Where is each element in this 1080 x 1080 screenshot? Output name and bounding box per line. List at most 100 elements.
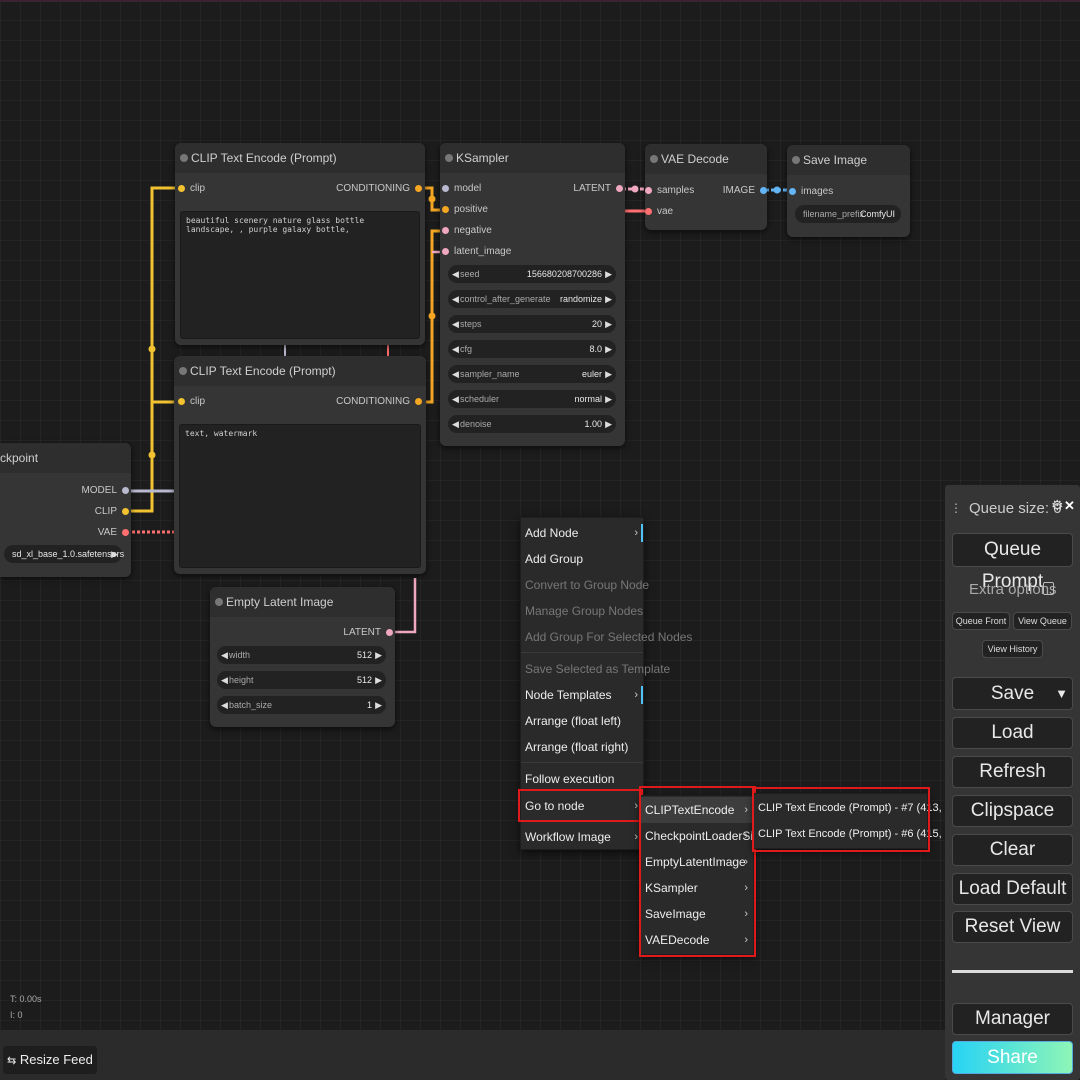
decrement-arrow-icon[interactable]: ◀: [452, 415, 459, 433]
steps-widget[interactable]: ◀ steps 20 ▶: [448, 315, 616, 333]
submenu-item-emptylatentimage[interactable]: EmptyLatentImage ›: [641, 849, 753, 875]
menu-item-arrange-float-right[interactable]: Arrange (float right): [521, 734, 643, 760]
increment-arrow-icon[interactable]: ▶: [605, 265, 612, 283]
increment-arrow-icon[interactable]: ▶: [375, 696, 382, 714]
collapse-dot-icon[interactable]: [650, 155, 658, 163]
increment-arrow-icon[interactable]: ▶: [375, 671, 382, 689]
model-input-slot[interactable]: model: [442, 183, 481, 195]
clipspace-button[interactable]: Clipspace: [952, 795, 1073, 827]
node-title[interactable]: Empty Latent Image: [210, 587, 395, 617]
resize-feed-button[interactable]: ⇆ Resize Feed: [3, 1046, 97, 1074]
prompt-textarea[interactable]: text, watermark: [179, 424, 421, 568]
decrement-arrow-icon[interactable]: ◀: [221, 646, 228, 664]
collapse-dot-icon[interactable]: [179, 367, 187, 375]
view-history-button[interactable]: View History: [982, 640, 1043, 658]
vae-input-slot[interactable]: vae: [645, 206, 673, 218]
manager-button[interactable]: Manager: [952, 1003, 1073, 1035]
queue-prompt-button[interactable]: Queue Prompt: [952, 533, 1073, 592]
settings-gear-icon[interactable]: ⚙: [1051, 497, 1064, 514]
save-dropdown-arrow-icon[interactable]: ▼: [1055, 678, 1068, 709]
images-input-slot[interactable]: images: [789, 186, 833, 198]
menu-item-go-to-node[interactable]: Go to node ›: [521, 793, 643, 819]
ksampler-node[interactable]: KSampler model positive negative latent_…: [440, 143, 625, 446]
ckpt-name-widget[interactable]: sd_xl_base_1.0.safetensors ▶: [4, 545, 124, 563]
save-button[interactable]: Save ▼: [952, 677, 1073, 710]
latent-image-input-slot[interactable]: latent_image: [442, 246, 511, 258]
extra-options-checkbox[interactable]: [1043, 582, 1054, 595]
decrement-arrow-icon[interactable]: ◀: [452, 265, 459, 283]
menu-item-node-templates[interactable]: Node Templates ›: [521, 682, 643, 708]
node-title[interactable]: Save Image: [787, 145, 910, 175]
control-after-generate-widget[interactable]: ◀ control_after_generate randomize ▶: [448, 290, 616, 308]
collapse-dot-icon[interactable]: [445, 154, 453, 162]
samples-input-slot[interactable]: samples: [645, 185, 694, 197]
node-title[interactable]: ckpoint: [0, 443, 131, 473]
clear-button[interactable]: Clear: [952, 834, 1073, 866]
seed-widget[interactable]: ◀ seed 156680208700286 ▶: [448, 265, 616, 283]
load-default-button[interactable]: Load Default: [952, 873, 1073, 905]
decrement-arrow-icon[interactable]: ◀: [452, 365, 459, 383]
clip-input-slot[interactable]: clip: [178, 183, 205, 195]
cfg-widget[interactable]: ◀ cfg 8.0 ▶: [448, 340, 616, 358]
submenu-item-ksampler[interactable]: KSampler ›: [641, 875, 753, 901]
increment-arrow-icon[interactable]: ▶: [111, 545, 118, 563]
increment-arrow-icon[interactable]: ▶: [605, 365, 612, 383]
denoise-widget[interactable]: ◀ denoise 1.00 ▶: [448, 415, 616, 433]
node-title[interactable]: CLIP Text Encode (Prompt): [174, 356, 426, 386]
menu-item-workflow-image[interactable]: Workflow Image ›: [521, 824, 643, 850]
node-list-item-6[interactable]: CLIP Text Encode (Prompt) - #6 (415, 186…: [754, 821, 967, 847]
submenu-item-vaedecode[interactable]: VAEDecode ›: [641, 927, 753, 953]
positive-input-slot[interactable]: positive: [442, 204, 488, 216]
menu-item-follow-execution[interactable]: Follow execution: [521, 766, 643, 792]
clip-input-slot[interactable]: clip: [178, 396, 205, 408]
node-title[interactable]: KSampler: [440, 143, 625, 173]
refresh-button[interactable]: Refresh: [952, 756, 1073, 788]
conditioning-output-slot[interactable]: CONDITIONING: [336, 396, 422, 408]
increment-arrow-icon[interactable]: ▶: [605, 390, 612, 408]
image-output-slot[interactable]: IMAGE: [723, 185, 767, 197]
queue-front-button[interactable]: Queue Front: [952, 612, 1010, 630]
collapse-dot-icon[interactable]: [180, 154, 188, 162]
menu-item-add-node[interactable]: Add Node ›: [521, 520, 643, 546]
submenu-item-saveimage[interactable]: SaveImage ›: [641, 901, 753, 927]
collapse-dot-icon[interactable]: [215, 598, 223, 606]
decrement-arrow-icon[interactable]: ◀: [452, 390, 459, 408]
model-output-slot[interactable]: MODEL: [81, 485, 129, 497]
decrement-arrow-icon[interactable]: ◀: [221, 696, 228, 714]
empty-latent-image-node[interactable]: Empty Latent Image LATENT ◀ width 512 ▶ ◀ he…: [210, 587, 395, 727]
latent-output-slot[interactable]: LATENT: [573, 183, 623, 195]
save-image-node[interactable]: Save Image images filename_prefix ComfyUI: [787, 145, 910, 237]
view-queue-button[interactable]: View Queue: [1013, 612, 1072, 630]
vae-output-slot[interactable]: VAE: [98, 527, 129, 539]
collapse-dot-icon[interactable]: [792, 156, 800, 164]
batch-size-widget[interactable]: ◀ batch_size 1 ▶: [217, 696, 386, 714]
negative-input-slot[interactable]: negative: [442, 225, 492, 237]
node-title[interactable]: VAE Decode: [645, 144, 767, 174]
node-title[interactable]: CLIP Text Encode (Prompt): [175, 143, 425, 173]
menu-item-arrange-float-left[interactable]: Arrange (float left): [521, 708, 643, 734]
drag-handle-icon[interactable]: ⋮: [950, 501, 962, 515]
clip-text-encode-positive-node[interactable]: CLIP Text Encode (Prompt) clip CONDITION…: [175, 143, 425, 345]
vae-decode-node[interactable]: VAE Decode samples vae IMAGE: [645, 144, 767, 230]
latent-output-slot[interactable]: LATENT: [343, 627, 393, 639]
prompt-textarea[interactable]: beautiful scenery nature glass bottle la…: [180, 211, 420, 339]
menu-item-add-group[interactable]: Add Group: [521, 546, 643, 572]
increment-arrow-icon[interactable]: ▶: [605, 315, 612, 333]
submenu-item-checkpointloadersimple[interactable]: CheckpointLoaderSimple ›: [641, 823, 779, 849]
width-widget[interactable]: ◀ width 512 ▶: [217, 646, 386, 664]
load-button[interactable]: Load: [952, 717, 1073, 749]
share-button[interactable]: Share: [952, 1041, 1073, 1074]
increment-arrow-icon[interactable]: ▶: [375, 646, 382, 664]
load-checkpoint-node[interactable]: ckpoint MODEL CLIP VAE sd_xl_base_1.0.sa…: [0, 443, 131, 577]
filename-prefix-widget[interactable]: filename_prefix ComfyUI: [795, 205, 901, 223]
decrement-arrow-icon[interactable]: ◀: [452, 290, 459, 308]
decrement-arrow-icon[interactable]: ◀: [221, 671, 228, 689]
close-icon[interactable]: ✕: [1064, 498, 1075, 514]
node-list-item-7[interactable]: CLIP Text Encode (Prompt) - #7 (413, 389…: [754, 795, 967, 821]
clip-text-encode-negative-node[interactable]: CLIP Text Encode (Prompt) clip CONDITION…: [174, 356, 426, 574]
increment-arrow-icon[interactable]: ▶: [605, 340, 612, 358]
decrement-arrow-icon[interactable]: ◀: [452, 340, 459, 358]
height-widget[interactable]: ◀ height 512 ▶: [217, 671, 386, 689]
conditioning-output-slot[interactable]: CONDITIONING: [336, 183, 422, 195]
increment-arrow-icon[interactable]: ▶: [605, 290, 612, 308]
